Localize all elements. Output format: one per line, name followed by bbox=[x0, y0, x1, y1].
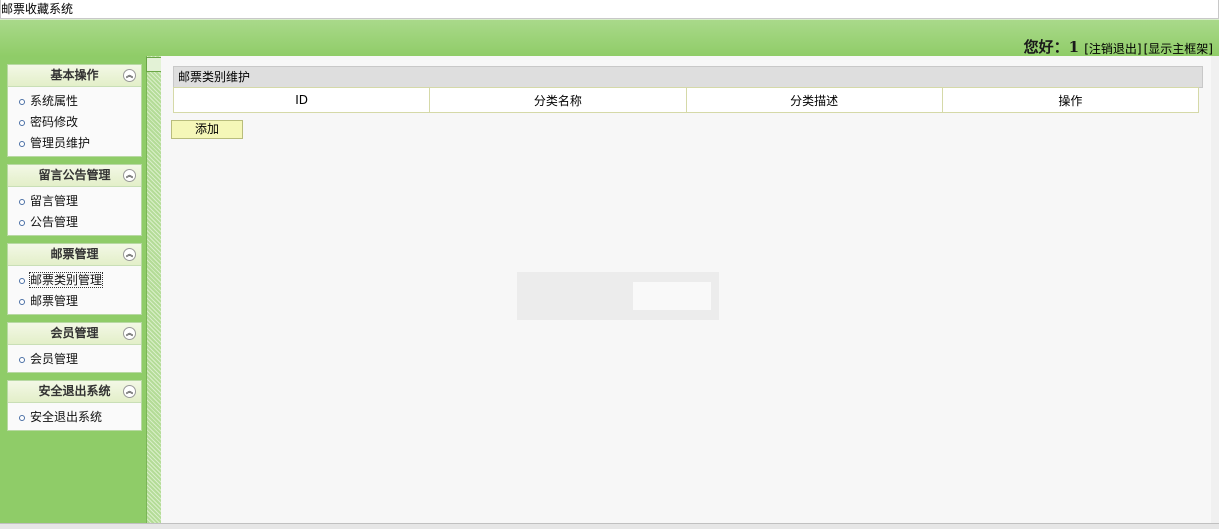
panel-title: 邮票类别维护 bbox=[173, 66, 1203, 88]
faded-watermark-inner bbox=[633, 282, 711, 310]
collapse-icon[interactable]: ︽ bbox=[123, 69, 136, 82]
category-table: ID 分类名称 分类描述 操作 bbox=[172, 87, 1200, 113]
column-header-actions: 操作 bbox=[941, 87, 1200, 113]
show-frame-link[interactable]: [显示主框架] bbox=[1144, 42, 1213, 56]
sidebar-item-label: 公告管理 bbox=[30, 215, 79, 229]
sidebar-item-stamp-category[interactable]: 邮票类别管理 bbox=[8, 270, 141, 291]
sidebar-item-safe-logout[interactable]: 安全退出系统 bbox=[8, 407, 141, 428]
sidebar-item-label: 邮票类别管理 bbox=[28, 272, 104, 288]
table-header-row: ID 分类名称 分类描述 操作 bbox=[172, 87, 1200, 113]
collapse-icon[interactable]: ︽ bbox=[123, 385, 136, 398]
sidebar-item-label: 邮票管理 bbox=[30, 294, 79, 308]
logout-link[interactable]: [注销退出] bbox=[1084, 42, 1141, 56]
top-links: [注销退出] [显示主框架] bbox=[1082, 40, 1213, 57]
sidebar-group-stamps: 邮票管理 ︽ 邮票类别管理 邮票管理 bbox=[7, 243, 142, 315]
sidebar-item-label: 管理员维护 bbox=[30, 136, 91, 150]
sidebar-item-label: 系统属性 bbox=[30, 94, 79, 108]
sidebar-group-basic: 基本操作 ︽ 系统属性 密码修改 管理员维护 bbox=[7, 64, 142, 157]
bullet-icon bbox=[19, 199, 25, 205]
sidebar-group-title: 留言公告管理 bbox=[38, 168, 111, 182]
collapse-icon[interactable]: ︽ bbox=[123, 248, 136, 261]
column-header-category-description: 分类描述 bbox=[685, 87, 943, 113]
splitter-toggle-button[interactable] bbox=[146, 57, 162, 72]
sidebar-group-messages: 留言公告管理 ︽ 留言管理 公告管理 bbox=[7, 164, 142, 236]
sidebar-item-notice-management[interactable]: 公告管理 bbox=[8, 212, 141, 233]
sidebar-group-header[interactable]: 安全退出系统 ︽ bbox=[8, 381, 141, 403]
sidebar-item-label: 安全退出系统 bbox=[30, 410, 103, 424]
sidebar-group-title: 会员管理 bbox=[50, 326, 99, 340]
sidebar-item-change-password[interactable]: 密码修改 bbox=[8, 112, 141, 133]
window-title: 邮票收藏系统 bbox=[0, 0, 1219, 19]
bullet-icon bbox=[19, 99, 25, 105]
sidebar-item-stamp-management[interactable]: 邮票管理 bbox=[8, 291, 141, 312]
column-header-id: ID bbox=[172, 87, 431, 113]
bullet-icon bbox=[19, 220, 25, 226]
sidebar-group-header[interactable]: 会员管理 ︽ bbox=[8, 323, 141, 345]
collapse-icon[interactable]: ︽ bbox=[123, 327, 136, 340]
sidebar-group-title: 邮票管理 bbox=[50, 247, 99, 261]
sidebar-item-member-management[interactable]: 会员管理 bbox=[8, 349, 141, 370]
sidebar-group-logout: 安全退出系统 ︽ 安全退出系统 bbox=[7, 380, 142, 431]
sidebar-item-admin-maintenance[interactable]: 管理员维护 bbox=[8, 133, 141, 154]
splitter-bar[interactable] bbox=[146, 56, 162, 528]
bullet-icon bbox=[19, 141, 25, 147]
sidebar-item-label: 留言管理 bbox=[30, 194, 79, 208]
sidebar-item-message-management[interactable]: 留言管理 bbox=[8, 191, 141, 212]
sidebar-item-label: 密码修改 bbox=[30, 115, 79, 129]
column-header-category-name: 分类名称 bbox=[429, 87, 687, 113]
bullet-icon bbox=[19, 415, 25, 421]
sidebar-group-title: 基本操作 bbox=[50, 68, 99, 82]
bullet-icon bbox=[19, 278, 25, 284]
bullet-icon bbox=[19, 120, 25, 126]
bullet-icon bbox=[19, 357, 25, 363]
add-button[interactable]: 添加 bbox=[171, 120, 243, 139]
sidebar-item-label: 会员管理 bbox=[30, 352, 79, 366]
sidebar-group-header[interactable]: 留言公告管理 ︽ bbox=[8, 165, 141, 187]
sidebar-group-title: 安全退出系统 bbox=[38, 384, 111, 398]
greeting-text: 您好：1 bbox=[1023, 38, 1079, 56]
main-content: 邮票类别维护 ID 分类名称 分类描述 操作 添加 bbox=[161, 56, 1219, 528]
vertical-scrollbar[interactable] bbox=[1211, 56, 1219, 528]
collapse-icon[interactable]: ︽ bbox=[123, 169, 136, 182]
sidebar-item-system-properties[interactable]: 系统属性 bbox=[8, 91, 141, 112]
sidebar-group-header[interactable]: 邮票管理 ︽ bbox=[8, 244, 141, 266]
horizontal-scrollbar[interactable] bbox=[0, 523, 1219, 529]
sidebar-group-header[interactable]: 基本操作 ︽ bbox=[8, 65, 141, 87]
sidebar-group-members: 会员管理 ︽ 会员管理 bbox=[7, 322, 142, 373]
bullet-icon bbox=[19, 299, 25, 305]
